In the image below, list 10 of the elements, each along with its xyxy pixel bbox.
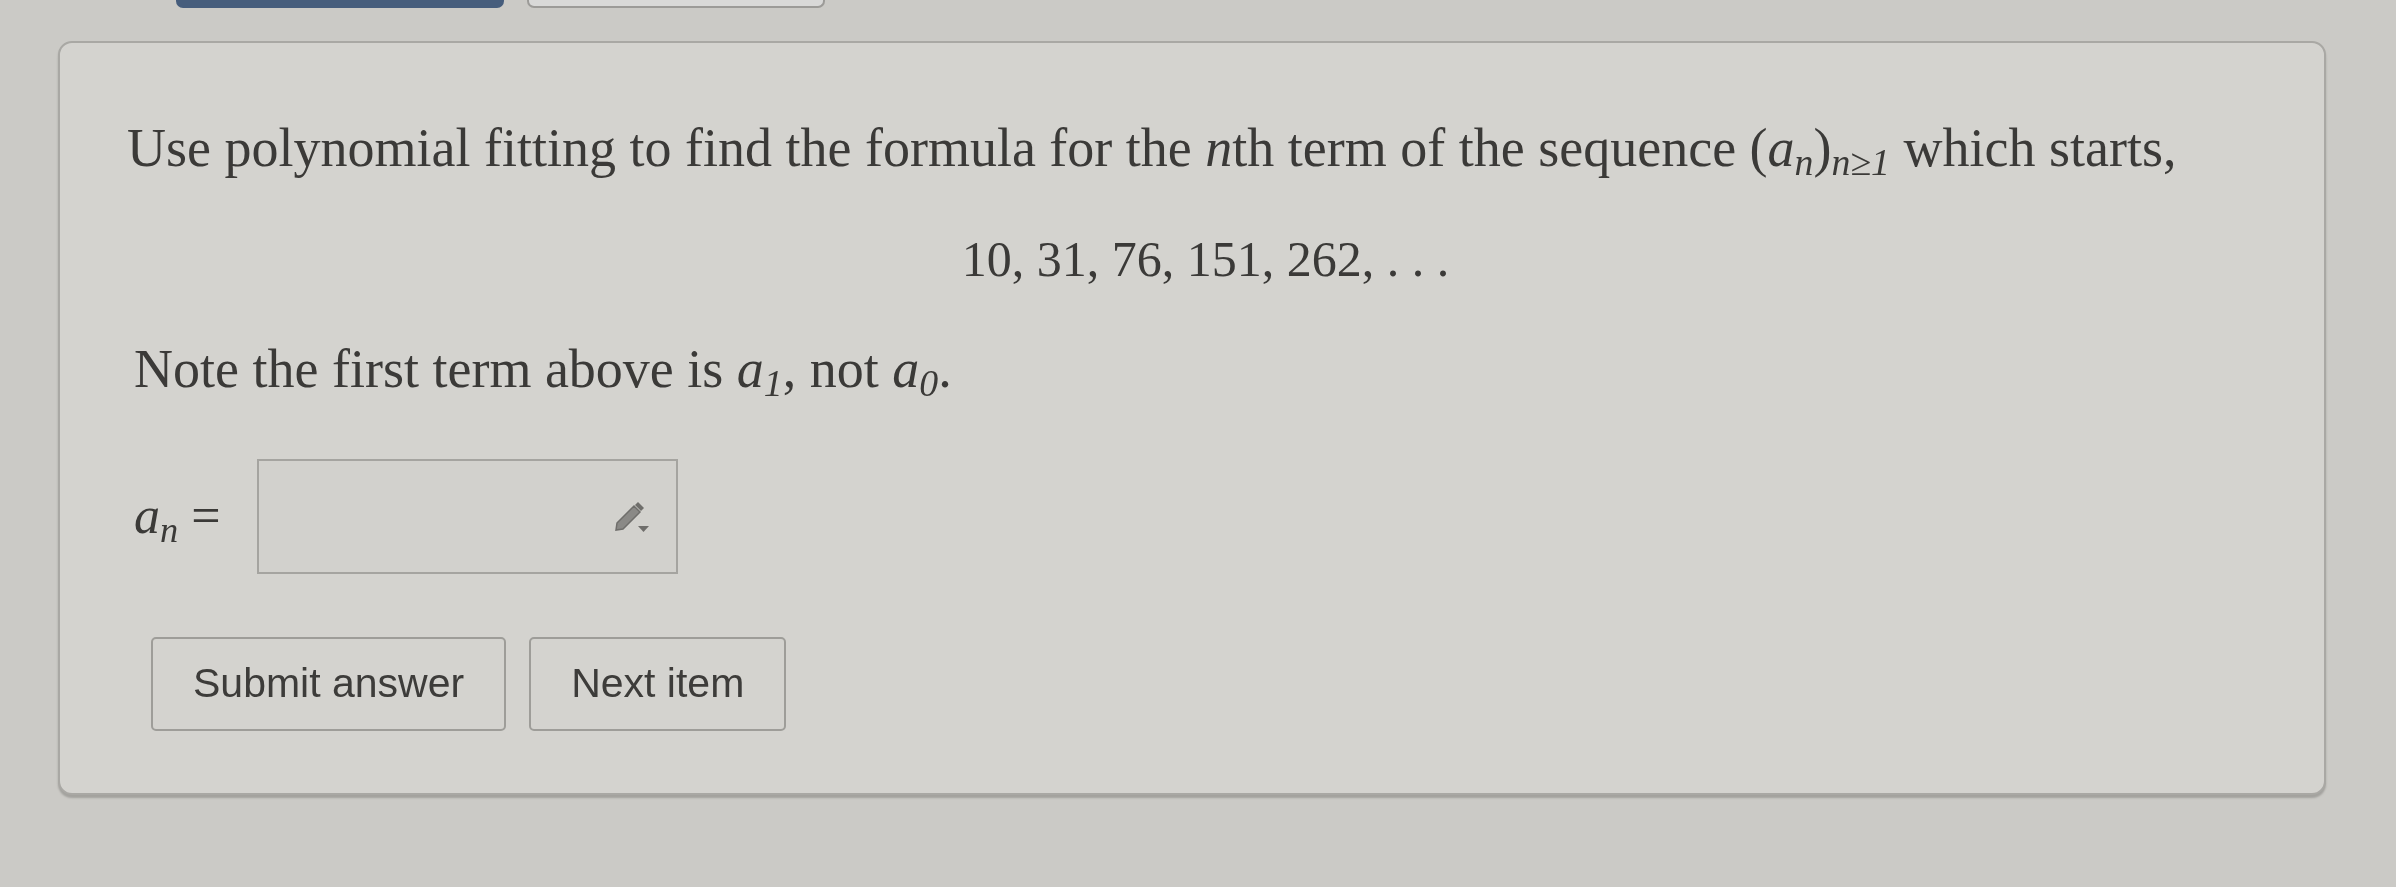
answer-field[interactable] [256,458,678,574]
sequence-text: 10, 31, 76, 151, 262, . . . [960,229,1451,289]
next-button[interactable]: Next item [529,636,787,731]
pencil-dropdown-icon[interactable] [613,499,650,534]
question-text: Use polynomial fitting to find the formula for the nth term of the sequence (a$_{n}$)$_{n≥1}$ which starts, [127,117,2178,181]
tab[interactable] [527,0,825,8]
note-text: Note the first term above is a$_{1}$, not a$_{0}$. [133,337,953,402]
tab[interactable] [176,0,504,8]
answer-label: a$_{n}$ = [134,486,221,553]
submit-button[interactable]: Submit answer [151,636,507,731]
